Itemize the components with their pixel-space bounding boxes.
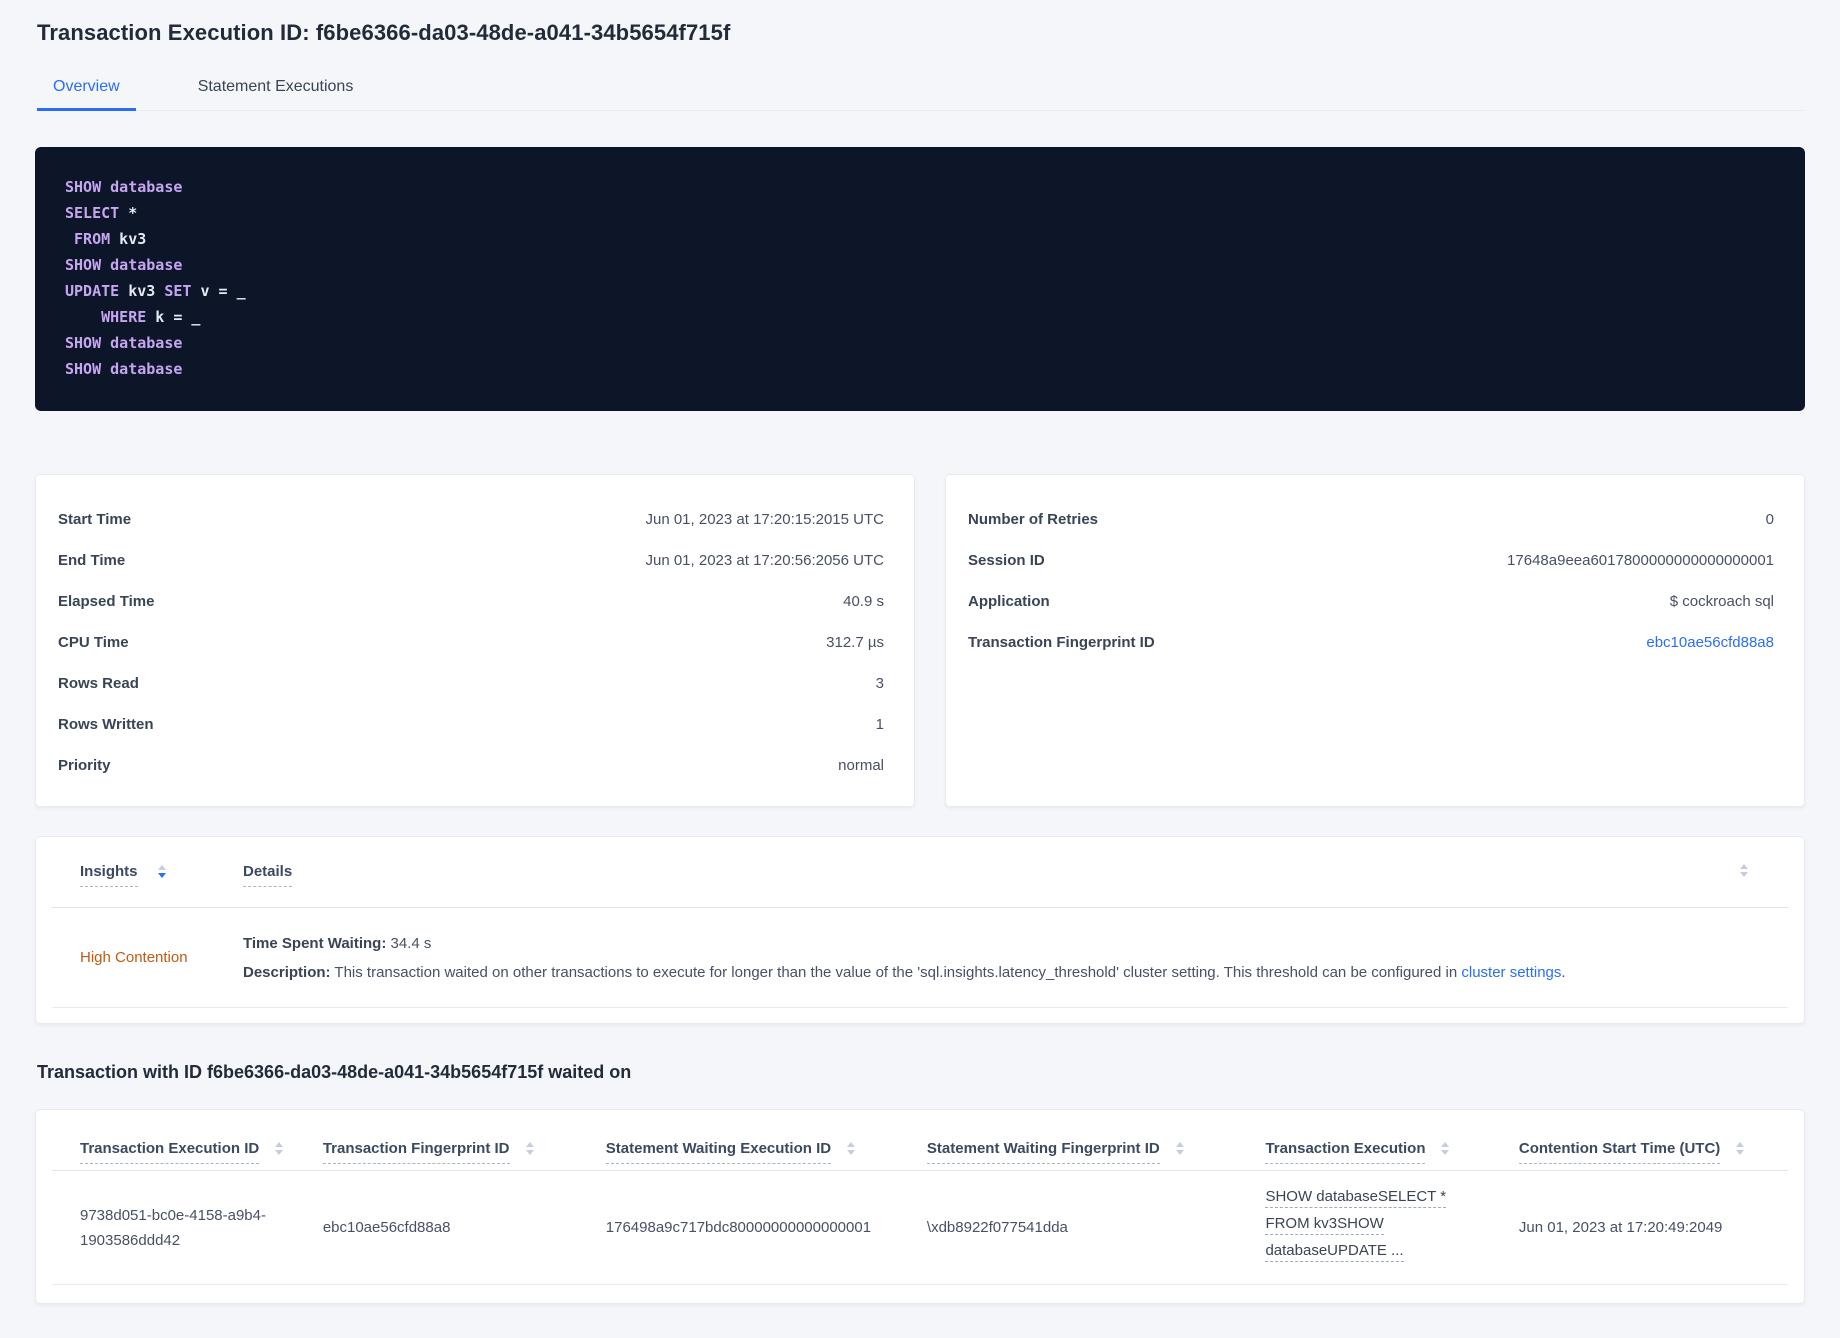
col-header-txn-execution[interactable]: Transaction Execution [1265, 1110, 1519, 1171]
tab-statement-executions[interactable]: Statement Executions [182, 70, 370, 111]
waited-on-table: Transaction Execution ID Transaction Fin… [52, 1110, 1788, 1285]
sort-icon[interactable] [1736, 1142, 1745, 1156]
sort-icon[interactable] [1740, 864, 1748, 877]
sort-icon[interactable] [1441, 1142, 1450, 1156]
cell-stmt-waiting-execution-id: 176498a9c717bdc80000000000000001 [605, 1170, 927, 1285]
row-value: 0 [1765, 511, 1774, 528]
sql-line: WHERE k = _ [101, 308, 201, 326]
row-value: 40.9 s [843, 593, 884, 610]
cell-contention-start-time: Jun 01, 2023 at 17:20:49:2049 [1518, 1170, 1788, 1285]
row-value: Jun 01, 2023 at 17:20:56:2056 UTC [645, 552, 884, 569]
cell-txn-execution-id: 9738d051-bc0e-4158-a9b4-1903586ddd42 [52, 1170, 323, 1285]
details-column-header[interactable]: Details [243, 863, 293, 887]
row-label: Rows Written [58, 716, 154, 733]
col-header-stmt-waiting-execution-id[interactable]: Statement Waiting Execution ID [605, 1110, 927, 1171]
row-label: Number of Retries [968, 511, 1099, 528]
sort-icon[interactable] [847, 1142, 856, 1156]
sql-line: SHOW database [65, 360, 183, 378]
row-value: 1 [875, 716, 884, 733]
waited-on-table-card: Transaction Execution ID Transaction Fin… [35, 1109, 1805, 1304]
row-label: Rows Read [58, 675, 139, 692]
row-label: CPU Time [58, 634, 129, 651]
summary-row-rows-written: Rows Written 1 [58, 716, 884, 757]
row-label: Transaction Fingerprint ID [968, 634, 1155, 651]
cell-txn-fingerprint-id: ebc10ae56cfd88a8 [322, 1170, 606, 1285]
waited-on-header-row: Transaction Execution ID Transaction Fin… [52, 1110, 1788, 1171]
col-header-txn-execution-id[interactable]: Transaction Execution ID [52, 1110, 323, 1171]
insight-description-line: Description: This transaction waited on … [243, 958, 1748, 987]
insights-card: Insights Details High Contention Time Sp… [35, 836, 1805, 1024]
insights-table-header: Insights Details [52, 837, 1788, 908]
row-value: 3 [875, 675, 884, 692]
summary-row-cpu-time: CPU Time 312.7 µs [58, 634, 884, 675]
sql-line: FROM kv3 [74, 230, 147, 248]
sort-icon[interactable] [1175, 1142, 1184, 1156]
sql-statements-box: SHOW database SELECT * FROM kv3 SHOW datab… [35, 147, 1805, 411]
sql-line: SHOW database [65, 178, 183, 196]
row-value: 17648a9eea6017800000000000000001 [1507, 552, 1774, 569]
waited-on-heading: Transaction with ID f6be6366-da03-48de-a… [37, 1062, 632, 1082]
insights-header-label[interactable]: Insights [80, 863, 138, 887]
insight-row: High Contention Time Spent Waiting: 34.4… [52, 908, 1788, 1008]
summary-row-retries: Number of Retries 0 [968, 511, 1774, 552]
row-value: Jun 01, 2023 at 17:20:15:2015 UTC [645, 511, 884, 528]
summary-row-end-time: End Time Jun 01, 2023 at 17:20:56:2056 U… [58, 552, 884, 593]
sql-line: UPDATE kv3 SET v = _ [65, 282, 246, 300]
sql-line: SHOW database [65, 334, 183, 352]
sort-icon[interactable] [275, 1142, 284, 1156]
tab-overview[interactable]: Overview [37, 70, 136, 111]
row-value: $ cockroach sql [1669, 593, 1774, 610]
cell-stmt-waiting-fingerprint-id: \xdb8922f077541dda [926, 1170, 1266, 1285]
waited-on-data-row: 9738d051-bc0e-4158-a9b4-1903586ddd42 ebc… [52, 1170, 1788, 1285]
col-header-txn-fingerprint-id[interactable]: Transaction Fingerprint ID [322, 1110, 606, 1171]
insights-column-header[interactable]: Insights [52, 863, 243, 887]
row-label: Priority [58, 757, 111, 774]
row-label: Application [968, 593, 1050, 610]
sort-icon[interactable] [157, 865, 166, 879]
page-title: Transaction Execution ID: f6be6366-da03-… [37, 20, 731, 45]
row-label: Session ID [968, 552, 1045, 569]
row-label: End Time [58, 552, 126, 569]
row-value: normal [838, 757, 884, 774]
description-suffix: . [1561, 963, 1566, 981]
waiting-value: 34.4 s [390, 934, 432, 952]
cell-txn-execution: SHOW databaseSELECT * FROM kv3SHOW datab… [1265, 1170, 1519, 1285]
insight-waiting-line: Time Spent Waiting: 34.4 s [243, 929, 1748, 958]
summary-cards-row: Start Time Jun 01, 2023 at 17:20:15:2015… [35, 474, 1805, 807]
transaction-execution-link[interactable]: SHOW databaseSELECT * FROM kv3SHOW datab… [1265, 1187, 1498, 1262]
row-label: Elapsed Time [58, 593, 155, 610]
tab-bar: Overview Statement Executions [35, 70, 1805, 111]
details-header-label[interactable]: Details [243, 863, 293, 887]
insight-details: Time Spent Waiting: 34.4 s Description: … [243, 929, 1788, 987]
execution-summary-card: Start Time Jun 01, 2023 at 17:20:15:2015… [35, 474, 915, 807]
insight-type-badge: High Contention [80, 949, 188, 966]
description-label: Description: [243, 963, 331, 981]
cluster-settings-link[interactable]: cluster settings [1461, 964, 1561, 981]
row-label: Start Time [58, 511, 132, 528]
summary-row-txn-fingerprint: Transaction Fingerprint ID ebc10ae56cfd8… [968, 634, 1774, 675]
summary-row-elapsed-time: Elapsed Time 40.9 s [58, 593, 884, 634]
sql-line: SHOW database [65, 256, 183, 274]
session-summary-card: Number of Retries 0 Session ID 17648a9ee… [945, 474, 1805, 807]
transaction-fingerprint-link[interactable]: ebc10ae56cfd88a8 [1646, 634, 1774, 651]
summary-row-rows-read: Rows Read 3 [58, 675, 884, 716]
sql-line: SELECT * [65, 204, 138, 222]
col-header-stmt-waiting-fingerprint-id[interactable]: Statement Waiting Fingerprint ID [926, 1110, 1266, 1171]
description-text: This transaction waited on other transac… [334, 963, 1462, 981]
summary-row-start-time: Start Time Jun 01, 2023 at 17:20:15:2015… [58, 511, 884, 552]
waiting-label: Time Spent Waiting: [243, 934, 387, 952]
summary-row-application: Application $ cockroach sql [968, 593, 1774, 634]
col-header-contention-start-time[interactable]: Contention Start Time (UTC) [1518, 1110, 1788, 1171]
summary-row-session-id: Session ID 17648a9eea6017800000000000000… [968, 552, 1774, 593]
transaction-details-page: Transaction Execution ID: f6be6366-da03-… [0, 20, 1840, 1304]
row-value: 312.7 µs [826, 634, 884, 651]
sort-icon[interactable] [525, 1142, 534, 1156]
summary-row-priority: Priority normal [58, 757, 884, 798]
